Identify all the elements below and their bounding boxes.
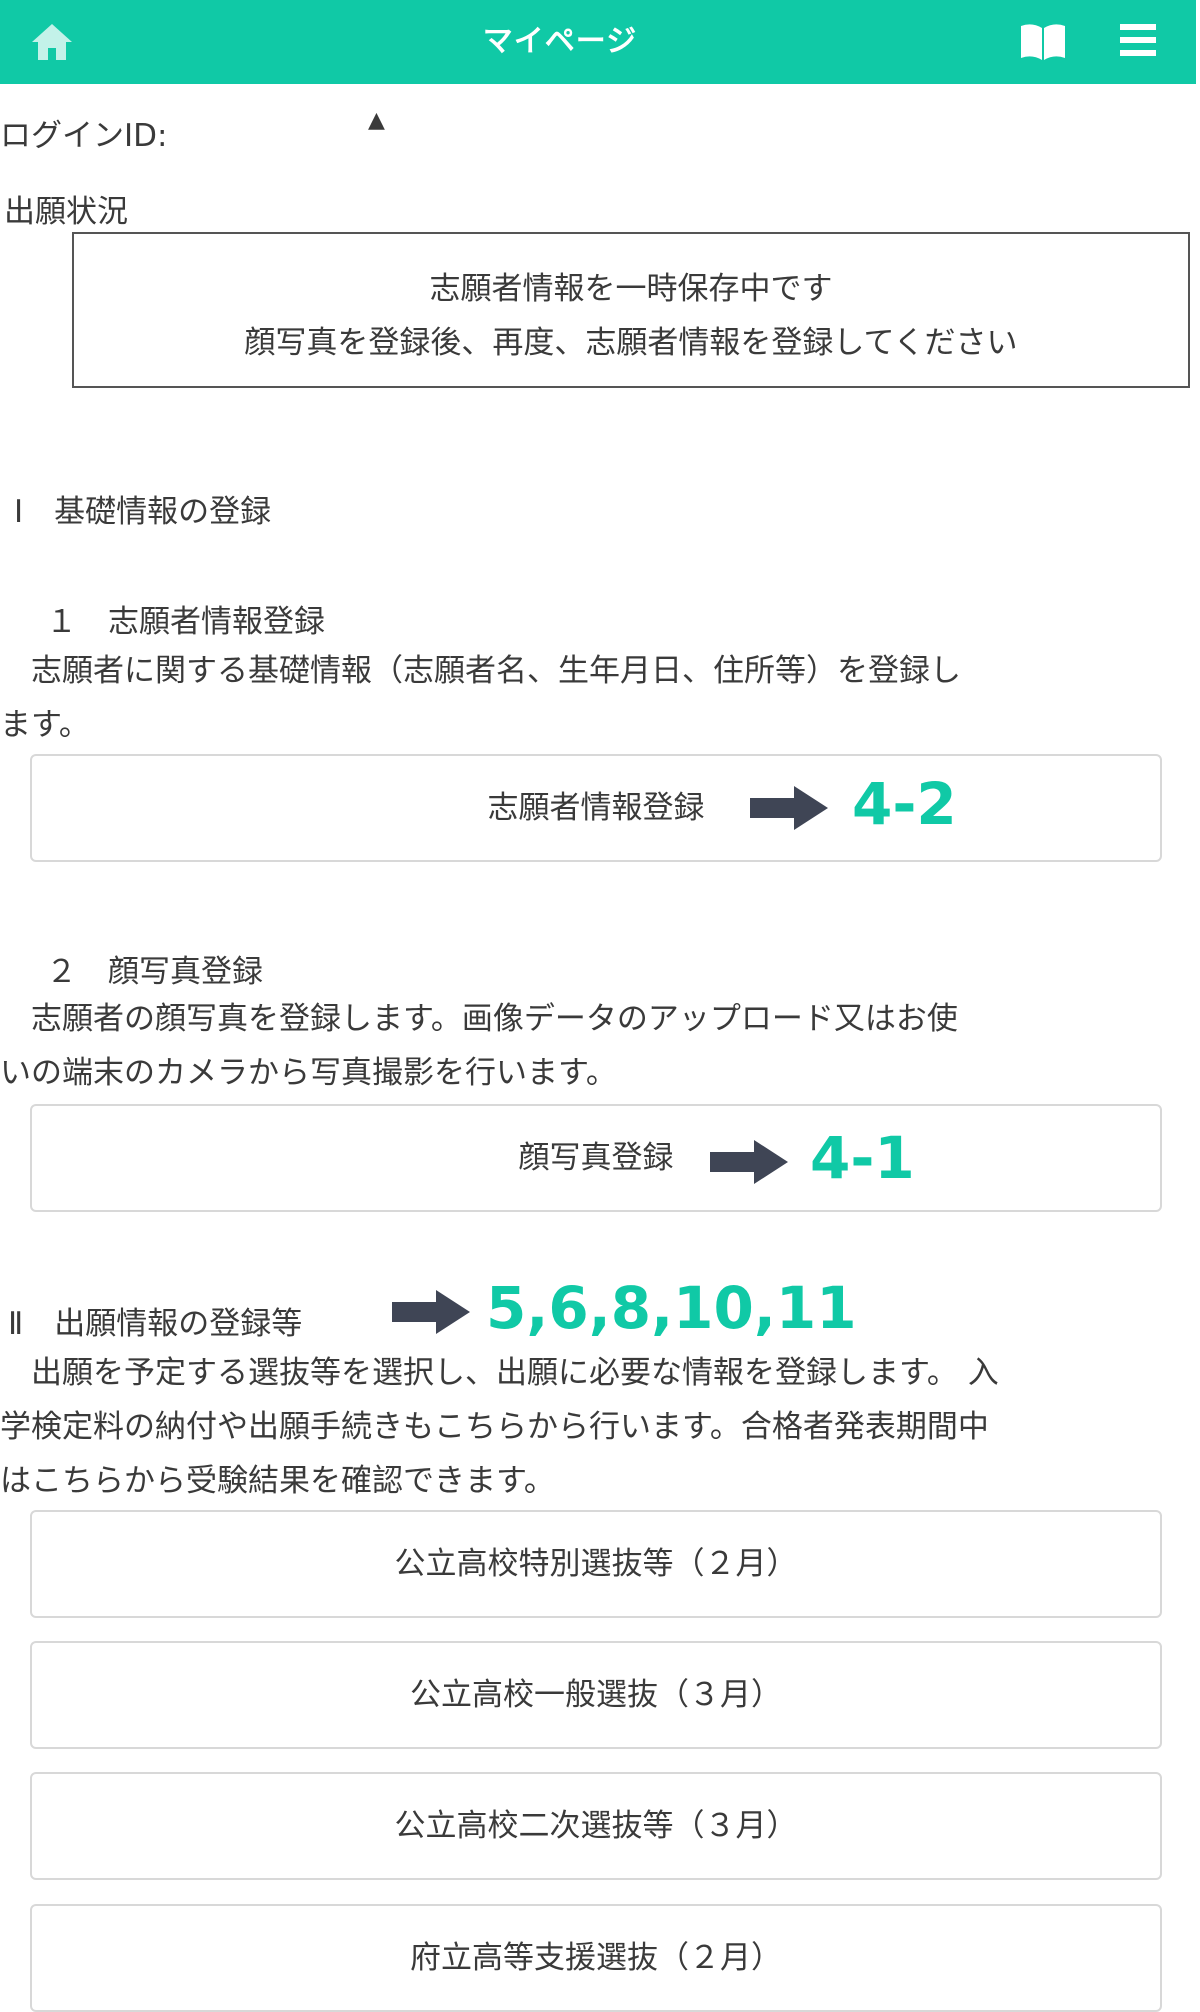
- status-heading: 出願状況: [4, 194, 128, 230]
- applicant-info-register-button[interactable]: 志願者情報登録: [30, 754, 1162, 862]
- book-icon[interactable]: [1018, 22, 1068, 62]
- selection-button-special-feb[interactable]: 公立高校特別選抜等（２月）: [30, 1510, 1162, 1618]
- login-id-label: ログインID:: [0, 118, 168, 154]
- button-label: 公立高校二次選抜等（３月）: [394, 1808, 798, 1844]
- section-2-heading: Ⅱ 出願情報の登録等: [8, 1306, 303, 1342]
- selection-button-support-feb[interactable]: 府立高等支援選抜（２月）: [30, 1904, 1162, 2012]
- desc-line: ます。: [0, 707, 90, 743]
- section-1-heading: Ⅰ 基礎情報の登録: [14, 494, 272, 530]
- status-message-box: 志願者情報を一時保存中です 顔写真を登録後、再度、志願者情報を登録してください: [72, 232, 1190, 388]
- desc-line: 志願者に関する基礎情報（志願者名、生年月日、住所等）を登録し: [0, 653, 961, 689]
- selection-button-general-mar[interactable]: 公立高校一般選抜（３月）: [30, 1641, 1162, 1749]
- applicant-info-heading: １ 志願者情報登録: [46, 604, 325, 640]
- annotation-label: 4-1: [810, 1124, 915, 1192]
- selection-button-secondary-mar[interactable]: 公立高校二次選抜等（３月）: [30, 1772, 1162, 1880]
- status-line-2: 顔写真を登録後、再度、志願者情報を登録してください: [244, 325, 1018, 361]
- arrow-right-icon: [710, 1140, 788, 1184]
- hamburger-menu-icon[interactable]: [1118, 22, 1158, 58]
- annotation-label: 4-2: [852, 770, 957, 838]
- desc-line: 学検定料の納付や出願手続きもこちらから行います。合格者発表期間中: [0, 1409, 989, 1445]
- button-label: 志願者情報登録: [487, 790, 705, 826]
- page-title: マイページ: [482, 24, 638, 59]
- desc-line: 出願を予定する選抜等を選択し、出願に必要な情報を登録します。 入: [0, 1355, 999, 1391]
- arrow-right-icon: [750, 786, 828, 830]
- button-label: 公立高校一般選抜（３月）: [410, 1677, 782, 1713]
- face-photo-heading: ２ 顔写真登録: [46, 954, 263, 990]
- applicant-info-description: 志願者に関する基礎情報（志願者名、生年月日、住所等）を登録し ます。: [0, 644, 961, 752]
- button-label: 府立高等支援選抜（２月）: [410, 1940, 782, 1976]
- annotation-label: 5,6,8,10,11: [486, 1274, 857, 1342]
- section-2-description: 出願を予定する選抜等を選択し、出願に必要な情報を登録します。 入 学検定料の納付…: [0, 1346, 999, 1508]
- desc-line: 志願者の顔写真を登録します。画像データのアップロード又はお使: [0, 1001, 958, 1037]
- login-id-value: ▲: [368, 108, 385, 133]
- face-photo-register-button[interactable]: 顔写真登録: [30, 1104, 1162, 1212]
- status-line-1: 志願者情報を一時保存中です: [429, 271, 833, 307]
- app-header: マイページ: [0, 0, 1196, 84]
- face-photo-description: 志願者の顔写真を登録します。画像データのアップロード又はお使 いの端末のカメラか…: [0, 992, 958, 1100]
- button-label: 顔写真登録: [518, 1140, 674, 1176]
- desc-line: はこちらから受験結果を確認できます。: [0, 1463, 555, 1499]
- arrow-right-icon: [392, 1290, 470, 1334]
- desc-line: いの端末のカメラから写真撮影を行います。: [0, 1055, 617, 1091]
- button-label: 公立高校特別選抜等（２月）: [394, 1546, 798, 1582]
